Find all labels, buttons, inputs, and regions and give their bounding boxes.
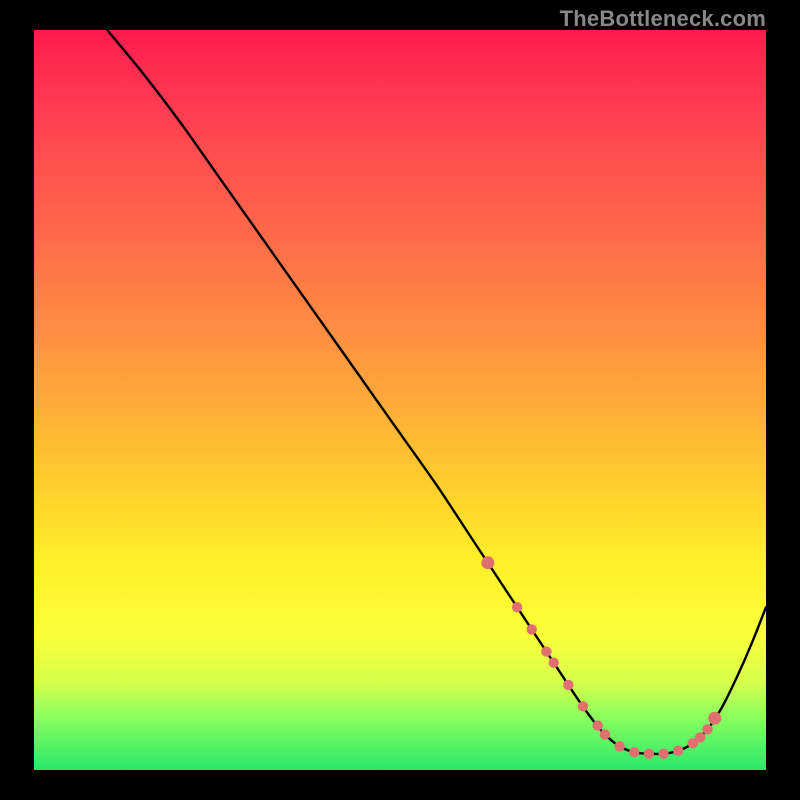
- watermark-text: TheBottleneck.com: [560, 6, 766, 32]
- curve-line: [107, 30, 766, 754]
- curve-markers: [481, 556, 721, 759]
- marker-dot: [614, 741, 624, 751]
- marker-dot: [541, 646, 551, 656]
- marker-dot: [600, 729, 610, 739]
- marker-dot: [708, 712, 721, 725]
- plot-area: [34, 30, 766, 770]
- marker-dot: [549, 658, 559, 668]
- marker-dot: [527, 624, 537, 634]
- marker-dot: [644, 749, 654, 759]
- chart-svg: [34, 30, 766, 770]
- marker-dot: [629, 747, 639, 757]
- marker-dot: [578, 701, 588, 711]
- marker-dot: [702, 724, 712, 734]
- marker-dot: [563, 680, 573, 690]
- marker-dot: [592, 720, 602, 730]
- marker-dot: [658, 749, 668, 759]
- marker-dot: [673, 746, 683, 756]
- marker-dot: [481, 556, 494, 569]
- marker-dot: [512, 602, 522, 612]
- marker-dot: [695, 732, 705, 742]
- chart-frame: TheBottleneck.com: [0, 0, 800, 800]
